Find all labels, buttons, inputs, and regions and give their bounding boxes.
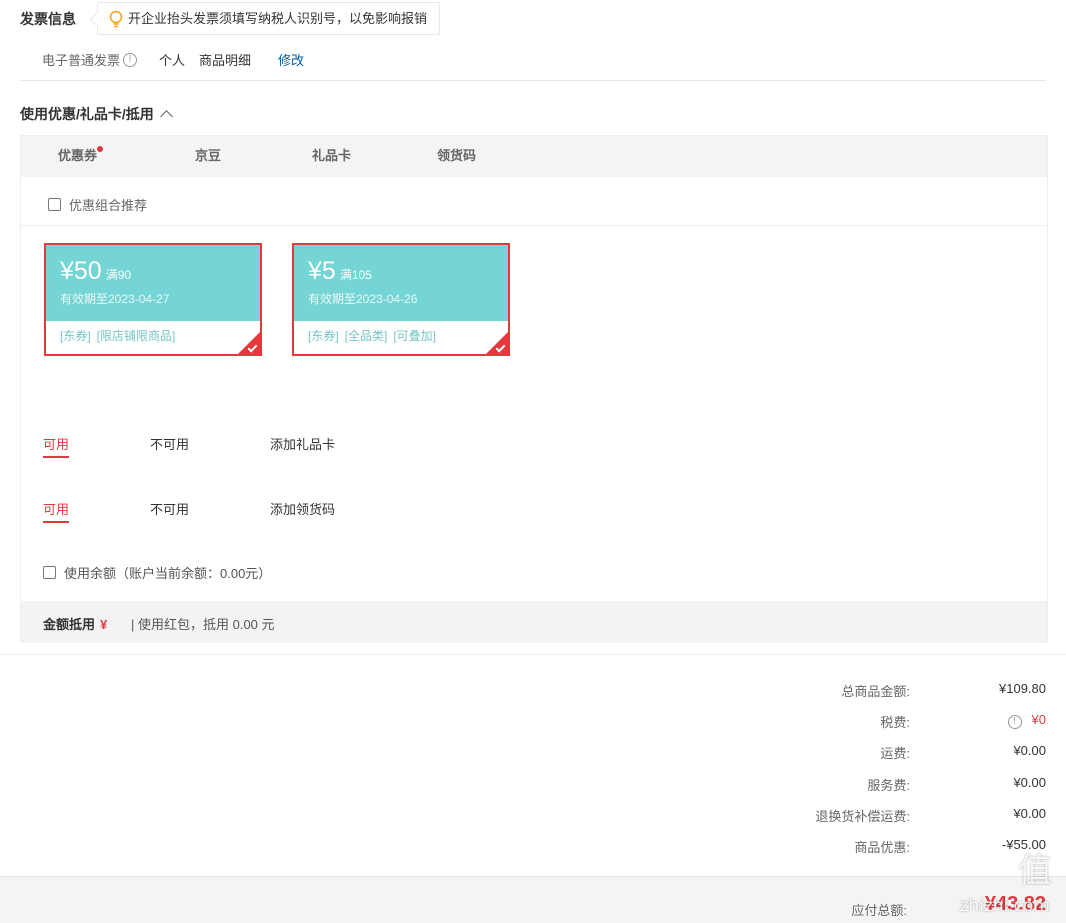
summary-row: 税费: ! ¥0 <box>466 712 1066 732</box>
subtab-unavailable[interactable]: 不可用 <box>150 499 189 518</box>
summary-row: 退换货补偿运费: ¥0.00 <box>466 806 1066 826</box>
divider <box>0 654 1066 655</box>
combo-recommend[interactable]: 优惠组合推荐 <box>48 195 147 214</box>
invoice-details: 电子普通发票! 个人 商品明细 修改 <box>42 50 304 69</box>
coupon-tags: [东券] [全品类] [可叠加] <box>308 327 442 344</box>
summary-row: 总商品金额: ¥109.80 <box>466 681 1066 701</box>
coupon-amount-value: ¥50 <box>60 257 102 285</box>
discount-panel: 优惠券 京豆 礼品卡 领货码 优惠组合推荐 ¥50 满90 有效期至2023-04… <box>20 135 1048 643</box>
subtab-available[interactable]: 可用 <box>43 499 70 523</box>
combo-label: 优惠组合推荐 <box>69 198 148 213</box>
use-balance[interactable]: 使用余额（账户当前余额：0.00元） <box>43 563 271 582</box>
deduct-bar: 金额抵用 ¥ | 使用红包，抵用 0.00 元 <box>21 601 1047 643</box>
coupon-amount-value: ¥5 <box>308 257 336 285</box>
deduct-label-text: 金额抵用 <box>43 617 96 632</box>
discount-section-title[interactable]: 使用优惠/礼品卡/抵用 <box>20 104 173 124</box>
info-icon[interactable]: ! <box>1007 715 1022 729</box>
tab-coupon-label: 优惠券 <box>58 148 98 163</box>
coupon-card[interactable]: ¥5 满105 有效期至2023-04-26 [东券] [全品类] [可叠加] <box>292 243 510 356</box>
add-pickup-code-link[interactable]: 添加领货码 <box>270 499 335 518</box>
coupon-condition: 满90 <box>105 268 132 282</box>
coupon-header: ¥5 满105 有效期至2023-04-26 <box>294 245 508 321</box>
discount-tabs: 优惠券 京豆 礼品卡 领货码 <box>21 136 1047 177</box>
coupon-tag: [东券] <box>60 329 91 343</box>
summary-label: 税费: <box>880 715 910 730</box>
summary-row: 服务费: ¥0.00 <box>466 775 1066 795</box>
summary-value: ¥0.00 <box>1013 806 1046 821</box>
watermark-logo: 值 <box>1018 851 1054 891</box>
invoice-tip: 开企业抬头发票须填写纳税人识别号，以免影响报销 <box>97 2 441 35</box>
discount-section-title-text: 使用优惠/礼品卡/抵用 <box>20 106 154 122</box>
coupon-expire: 有效期至2023-04-27 <box>60 292 170 306</box>
tab-gift-card[interactable]: 礼品卡 <box>312 136 351 175</box>
coupon-card[interactable]: ¥50 满90 有效期至2023-04-27 [东券] [限店铺限商品] <box>44 243 262 356</box>
subtab-unavailable[interactable]: 不可用 <box>150 434 189 453</box>
summary-label: 退换货补偿运费: <box>815 809 910 824</box>
balance-label: 使用余额（账户当前余额：0.00元） <box>64 566 272 581</box>
deduct-label: 金额抵用 ¥ <box>43 614 107 633</box>
coupon-expire: 有效期至2023-04-26 <box>308 292 418 306</box>
invoice-type: 电子普通发票 <box>42 53 121 68</box>
add-gift-card-link[interactable]: 添加礼品卡 <box>270 434 335 453</box>
summary-value: ¥0.00 <box>1013 775 1046 790</box>
summary-label: 商品优惠: <box>854 840 910 855</box>
summary-value: ¥109.80 <box>999 681 1046 696</box>
tab-coupon[interactable]: 优惠券 <box>58 136 104 175</box>
summary-label: 服务费: <box>867 778 910 793</box>
invoice-tip-text: 开企业抬头发票须填写纳税人识别号，以免影响报销 <box>128 11 428 26</box>
summary-row: 商品优惠: -¥55.00 <box>466 837 1066 857</box>
coupon-tag: [限店铺限商品] <box>96 329 176 343</box>
coupon-tags: [东券] [限店铺限商品] <box>60 327 181 344</box>
divider <box>21 225 1047 226</box>
deduct-yen: ¥ <box>100 617 108 632</box>
invoice-title: 发票信息 <box>20 11 76 27</box>
summary-label: 总商品金额: <box>841 684 910 699</box>
summary-row: 运费: ¥0.00 <box>466 743 1066 763</box>
coupon-tag: [可叠加] <box>393 329 437 343</box>
coupon-amount: ¥5 满105 <box>308 257 372 286</box>
coupon-condition: 满105 <box>339 268 372 282</box>
invoice-modify-link[interactable]: 修改 <box>278 50 304 69</box>
coupon-tag: [东券] <box>308 329 339 343</box>
invoice-section: 发票信息 开企业抬头发票须填写纳税人识别号，以免影响报销 电子普通发票! 个人 商品… <box>20 0 1046 81</box>
tab-jingdou[interactable]: 京豆 <box>195 136 221 175</box>
chevron-up-icon[interactable] <box>159 110 173 123</box>
subtab-available[interactable]: 可用 <box>43 434 70 458</box>
coupon-amount: ¥50 满90 <box>60 257 131 286</box>
invoice-content: 商品明细 <box>199 53 252 68</box>
balance-checkbox[interactable] <box>43 566 56 579</box>
notification-dot <box>97 146 104 152</box>
coupon-tag: [全品类] <box>344 329 388 343</box>
tab-pickup-code[interactable]: 领货码 <box>437 136 476 175</box>
deduct-text: | 使用红包，抵用 0.00 元 <box>131 617 275 632</box>
tax-value: ¥0 <box>1031 712 1046 727</box>
combo-checkbox[interactable] <box>48 198 61 211</box>
total-label: 应付总额: <box>851 903 907 918</box>
lightbulb-icon <box>109 10 123 28</box>
summary-label: 运费: <box>880 746 910 761</box>
coupon-header: ¥50 满90 有效期至2023-04-27 <box>46 245 260 321</box>
summary-value: ¥0.00 <box>1013 743 1046 758</box>
watermark-site: zhizhi.com <box>959 896 1050 916</box>
invoice-holder: 个人 <box>159 53 186 68</box>
summary-value: ! ¥0 <box>1007 712 1046 729</box>
total-bar: 应付总额: ¥43.82 <box>0 876 1066 923</box>
info-icon[interactable]: ! <box>123 52 138 67</box>
